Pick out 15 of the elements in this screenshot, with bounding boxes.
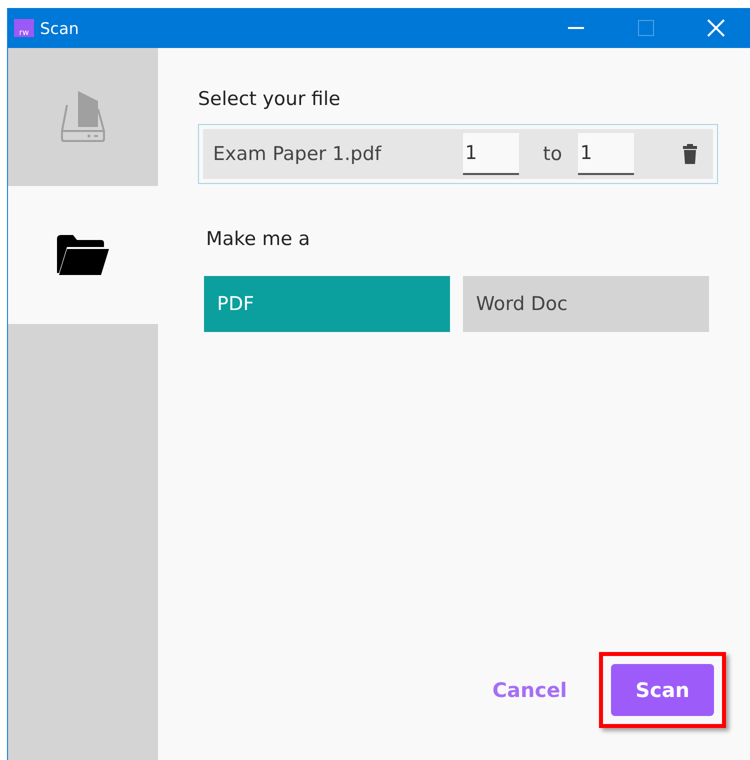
scan-button[interactable]: Scan	[611, 664, 714, 716]
range-separator: to	[543, 143, 562, 165]
window-title: Scan	[40, 18, 80, 38]
app-logo: rw	[14, 19, 34, 37]
page-to-field[interactable]: 1	[578, 133, 634, 175]
close-icon[interactable]	[707, 19, 725, 37]
trash-icon[interactable]	[683, 144, 697, 164]
format-option[interactable]: Word Doc	[463, 276, 709, 332]
section-label: Select your file	[198, 88, 342, 110]
page-from-field[interactable]: 1	[463, 133, 519, 175]
file-name: Exam Paper 1.pdf	[213, 143, 382, 165]
section-label: Make me a	[206, 228, 311, 250]
drive-icon	[60, 91, 106, 143]
sidebar-tab[interactable]	[8, 186, 158, 324]
folder-icon	[57, 235, 109, 275]
